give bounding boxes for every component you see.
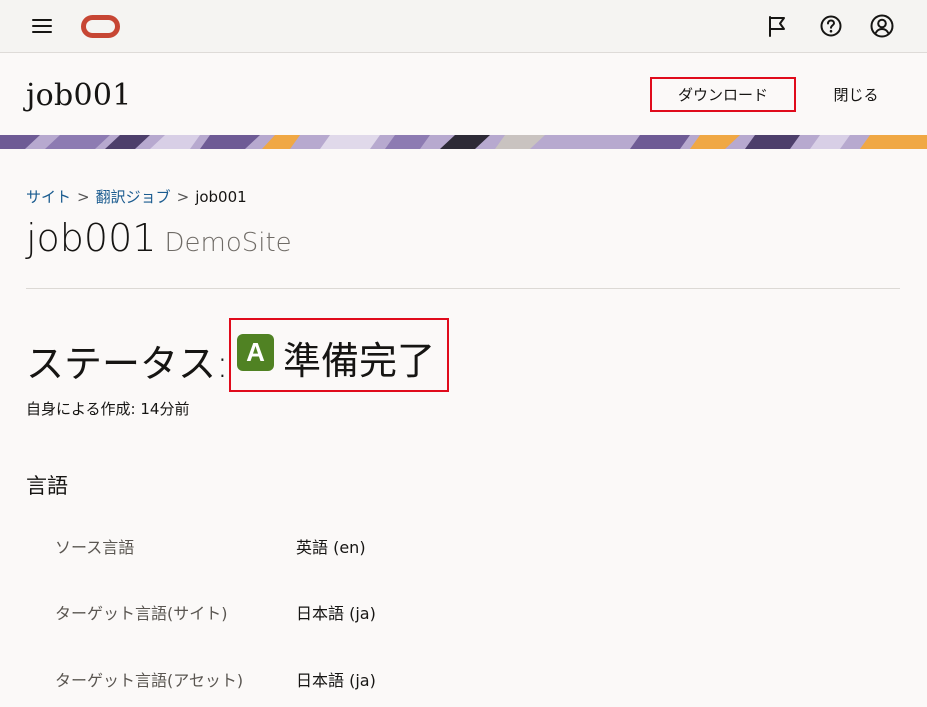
breadcrumb-current: job001 — [195, 188, 247, 206]
page-title-text: job001 — [26, 216, 157, 260]
page-title: job001 DemoSite — [26, 216, 292, 260]
breadcrumb-sites-link[interactable]: サイト — [26, 188, 71, 206]
help-icon[interactable] — [818, 13, 844, 39]
breadcrumb: サイト > 翻訳ジョブ > job001 — [26, 186, 247, 207]
page-subtitle: DemoSite — [164, 228, 292, 258]
target-language-site-label: ターゲット言語(サイト) — [55, 604, 228, 623]
page-header: job001 ダウンロード 閉じる — [0, 54, 927, 135]
languages-heading: 言語 — [26, 474, 68, 498]
top-bar — [0, 0, 927, 53]
source-language-value: 英語 (en) — [296, 538, 366, 557]
download-button[interactable]: ダウンロード — [650, 77, 796, 112]
target-language-site-value: 日本語 (ja) — [296, 604, 376, 623]
source-language-label: ソース言語 — [55, 538, 135, 557]
user-avatar-icon[interactable] — [869, 13, 895, 39]
close-button[interactable]: 閉じる — [818, 77, 894, 112]
breadcrumb-separator: > — [176, 188, 190, 206]
header-title: job001 — [26, 78, 132, 113]
decorative-banner — [0, 135, 927, 149]
status-value: 準備完了 — [283, 339, 436, 383]
breadcrumb-separator: > — [77, 188, 90, 206]
status-label: ステータス: — [26, 342, 229, 386]
divider — [26, 288, 900, 289]
flag-icon[interactable] — [764, 13, 790, 39]
created-info: 自身による作成: 14分前 — [26, 400, 190, 418]
oracle-logo[interactable] — [81, 15, 120, 38]
status-badge: A — [237, 334, 274, 371]
hamburger-menu-icon[interactable] — [32, 18, 52, 34]
breadcrumb-translation-jobs-link[interactable]: 翻訳ジョブ — [96, 188, 171, 206]
target-language-asset-value: 日本語 (ja) — [296, 671, 376, 690]
target-language-asset-label: ターゲット言語(アセット) — [55, 671, 244, 690]
